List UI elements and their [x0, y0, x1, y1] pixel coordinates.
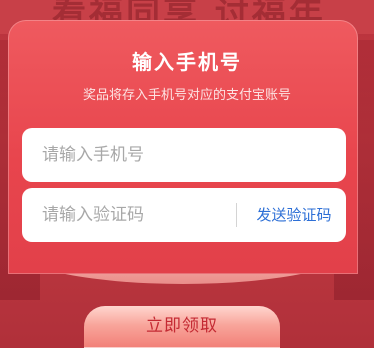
verification-code-field: 发送验证码 [22, 188, 346, 242]
field-divider [236, 203, 237, 227]
send-code-button[interactable]: 发送验证码 [248, 188, 340, 242]
phone-input[interactable] [22, 128, 346, 182]
claim-button[interactable]: 立即领取 [84, 306, 280, 348]
verification-code-input[interactable] [22, 188, 230, 242]
dialog-title: 输入手机号 [132, 50, 242, 74]
phone-field [22, 128, 346, 182]
dialog-subtitle: 奖品将存入手机号对应的支付宝账号 [82, 88, 291, 103]
